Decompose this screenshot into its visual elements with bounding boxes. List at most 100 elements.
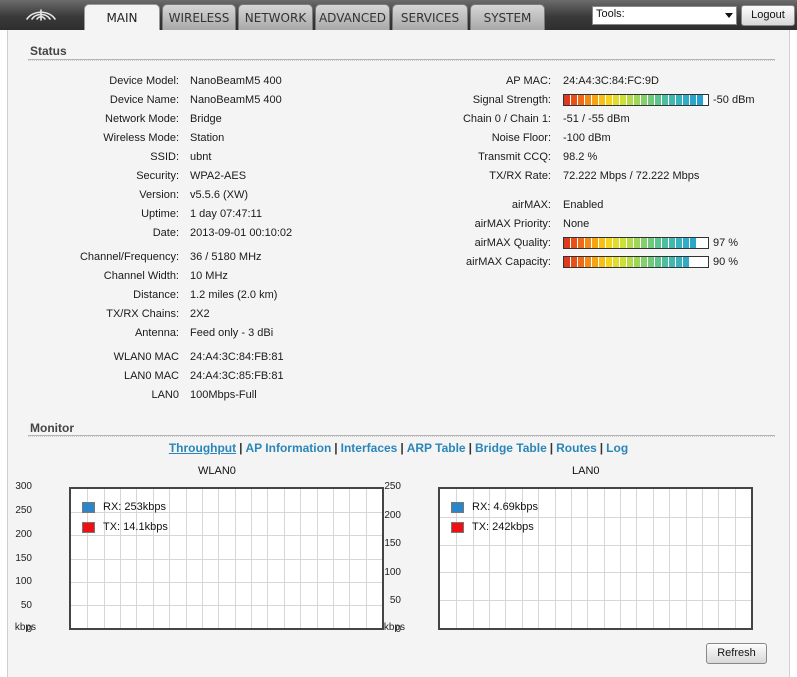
monitor-section-title: Monitor — [30, 421, 74, 435]
meter-cell — [641, 257, 648, 267]
status-value: 2X2 — [190, 308, 210, 320]
meter-cell — [627, 238, 634, 248]
meter-cell — [571, 95, 578, 105]
status-label: Device Name: — [109, 94, 179, 106]
status-value: v5.5.6 (XW) — [190, 189, 249, 201]
level-meter — [563, 237, 709, 249]
status-label: Uptime: — [141, 208, 179, 220]
meter-cell — [690, 238, 697, 248]
status-label: Chain 0 / Chain 1: — [462, 113, 551, 125]
logout-button[interactable]: Logout — [741, 5, 795, 26]
status-value: -50 dBm — [713, 94, 755, 106]
legend-rx-label: RX: 4.69kbps — [472, 501, 539, 513]
legend-rx-lan0: RX: 4.69kbps — [451, 501, 538, 513]
meter-cell — [620, 238, 627, 248]
tab-network[interactable]: NETWORK — [238, 4, 313, 30]
y-tick-label: 50 — [20, 600, 32, 611]
y-tick-label: 150 — [15, 553, 32, 564]
link-ap-information[interactable]: AP Information — [246, 441, 332, 455]
link-interfaces[interactable]: Interfaces — [341, 441, 398, 455]
link-bridge-table[interactable]: Bridge Table — [475, 441, 547, 455]
meter-cell — [676, 238, 683, 248]
graph-title-wlan0: WLAN0 — [198, 465, 236, 477]
status-value: None — [563, 218, 590, 230]
tab-system[interactable]: SYSTEM — [470, 4, 545, 30]
tab-main[interactable]: MAIN — [84, 4, 160, 31]
status-label: Device Model: — [109, 75, 179, 87]
meter-cell — [655, 95, 662, 105]
tab-advanced[interactable]: ADVANCED — [315, 4, 390, 30]
meter-cell — [592, 95, 599, 105]
meter-cell — [564, 238, 571, 248]
meter-cell — [599, 95, 606, 105]
meter-cell — [634, 95, 641, 105]
link-arp-table[interactable]: ARP Table — [407, 441, 466, 455]
status-label: Wireless Mode: — [103, 132, 179, 144]
meter-cell — [655, 257, 662, 267]
status-label: Channel/Frequency: — [79, 251, 179, 263]
tx-color-swatch — [82, 521, 95, 533]
refresh-button[interactable]: Refresh — [706, 643, 767, 664]
meter-cell — [564, 95, 571, 105]
status-label: airMAX Priority: — [474, 218, 551, 230]
link-throughput[interactable]: Throughput — [169, 441, 236, 455]
meter-cell — [627, 257, 634, 267]
rx-color-swatch — [82, 501, 95, 513]
meter-cell — [641, 95, 648, 105]
meter-cell — [578, 238, 585, 248]
meter-cell — [585, 238, 592, 248]
status-label: Date: — [152, 227, 179, 239]
status-value: NanoBeamM5 400 — [190, 94, 282, 106]
meter-cell — [641, 238, 648, 248]
status-label: Network Mode: — [105, 113, 179, 125]
status-value: 10 MHz — [190, 270, 228, 282]
meter-cell — [606, 95, 613, 105]
status-value: 100Mbps-Full — [190, 389, 257, 401]
status-value: 24:A4:3C:84:FB:81 — [190, 351, 284, 363]
status-label: TX/RX Rate: — [489, 170, 551, 182]
y-tick-label: 200 — [15, 529, 32, 540]
meter-cell — [599, 238, 606, 248]
level-meter — [563, 94, 709, 106]
graph-title-lan0: LAN0 — [572, 465, 600, 477]
status-value: -100 dBm — [563, 132, 611, 144]
meter-cell — [592, 238, 599, 248]
status-value: NanoBeamM5 400 — [190, 75, 282, 87]
meter-cell — [627, 95, 634, 105]
status-value: 1.2 miles (2.0 km) — [190, 289, 278, 301]
meter-cell — [634, 238, 641, 248]
tx-color-swatch — [451, 521, 464, 533]
meter-cell — [662, 257, 669, 267]
legend-rx-wlan0: RX: 253kbps — [82, 501, 166, 513]
status-value: Bridge — [190, 113, 222, 125]
monitor-links: Throughput | AP Information | Interfaces | ARP… — [168, 441, 629, 455]
status-label: WLAN0 MAC — [113, 351, 179, 363]
status-value: 98.2 % — [563, 151, 598, 163]
meter-cell — [655, 238, 662, 248]
meter-cell — [585, 95, 592, 105]
legend-tx-label: TX: 14.1kbps — [103, 521, 168, 533]
y-tick-label: 200 — [384, 510, 401, 521]
status-value: 24:A4:3C:85:FB:81 — [190, 370, 284, 382]
monitor-divider — [28, 435, 775, 437]
status-value: Feed only - 3 dBi — [190, 327, 274, 339]
meter-cell — [669, 257, 676, 267]
tab-wireless[interactable]: WIRELESS — [162, 4, 236, 30]
meter-cell — [571, 238, 578, 248]
level-meter-fill — [564, 238, 697, 248]
meter-cell — [676, 95, 683, 105]
tab-services[interactable]: SERVICES — [392, 4, 468, 30]
meter-cell — [690, 95, 697, 105]
y-tick-label: 150 — [384, 538, 401, 549]
meter-cell — [662, 238, 669, 248]
meter-cell — [620, 257, 627, 267]
link-log[interactable]: Log — [606, 441, 628, 455]
y-tick-label: 100 — [384, 567, 401, 578]
meter-cell — [683, 238, 690, 248]
meter-cell — [648, 95, 655, 105]
status-section-title: Status — [30, 44, 67, 58]
meter-cell — [669, 238, 676, 248]
status-value: 90 % — [713, 256, 739, 268]
link-routes[interactable]: Routes — [556, 441, 597, 455]
meter-cell — [606, 257, 613, 267]
